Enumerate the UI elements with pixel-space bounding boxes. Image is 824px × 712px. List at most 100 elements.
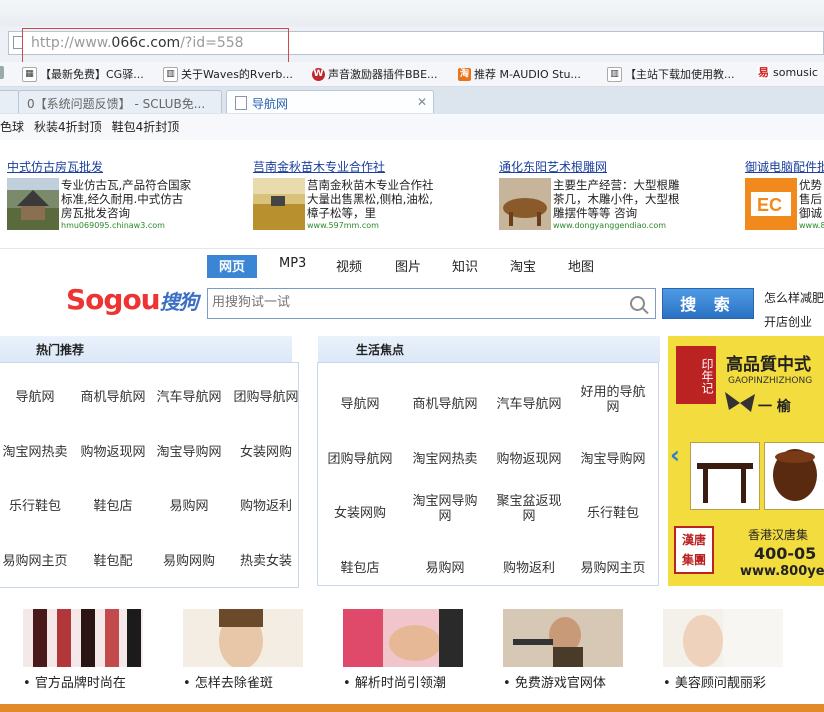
life-link[interactable]: 汽车导航网	[486, 393, 572, 412]
ad-title[interactable]: 御诚电脑配件批	[745, 158, 824, 175]
banner-tagline: 一 榆	[758, 399, 791, 415]
life-link[interactable]: 淘宝导购网	[570, 448, 656, 467]
tab-images[interactable]: 图片	[395, 256, 421, 275]
url-highlight-box	[22, 28, 289, 64]
tab-web[interactable]: 网页	[207, 255, 258, 278]
divider	[0, 248, 824, 249]
bookmark-item[interactable]: ▦ 【最新免费】CG驿...	[22, 66, 144, 82]
thumb-image[interactable]	[663, 609, 783, 667]
hot-link[interactable]: 女装网购	[223, 441, 309, 460]
side-link[interactable]: 开店创业	[764, 310, 824, 334]
logo-cn: 搜狗	[159, 290, 199, 314]
hot-link[interactable]: 商机导航网	[70, 386, 156, 405]
hot-link[interactable]: 淘宝网热卖	[0, 441, 78, 460]
life-link[interactable]: 易购网主页	[570, 557, 656, 576]
svg-text:EC: EC	[757, 195, 782, 215]
bookmark-fragment-icon[interactable]	[0, 66, 4, 79]
life-link[interactable]: 团购导航网	[317, 448, 403, 467]
life-link[interactable]: 商机导航网	[402, 393, 488, 412]
life-link[interactable]: 淘宝网热卖	[402, 448, 488, 467]
ad-title[interactable]: 莒南金秋苗木专业合作社	[253, 158, 385, 175]
life-link[interactable]: 易购网	[402, 557, 488, 576]
hot-link[interactable]: 易购网购	[146, 550, 232, 569]
hot-link[interactable]: 淘宝导购网	[146, 441, 232, 460]
bookmark-item[interactable]: 淘推荐 M-AUDIO Stu...	[458, 66, 581, 82]
thumb-caption[interactable]: • 免费游戏官网体	[503, 672, 606, 691]
thumb-image[interactable]	[183, 609, 303, 669]
promo-link[interactable]: 色球	[0, 120, 24, 134]
thumb-caption[interactable]: • 解析时尚引领潮	[343, 672, 446, 691]
banner-company: 香港汉唐集	[748, 528, 809, 542]
bookmark-item[interactable]: ▥ 关于Waves的Rverb...	[163, 66, 293, 82]
tab-active-navigation[interactable]: 导航网 ✕	[226, 90, 434, 113]
life-link[interactable]: 淘宝网导购网	[407, 494, 483, 524]
banner-product-table[interactable]	[690, 442, 760, 510]
ad-image[interactable]	[253, 178, 305, 230]
promo-link[interactable]: 鞋包4折封顶	[112, 120, 180, 134]
thumb-caption[interactable]: • 官方品牌时尚在	[23, 672, 126, 691]
thumb-caption[interactable]: • 怎样去除雀斑	[183, 672, 273, 691]
ad-image[interactable]	[7, 178, 59, 230]
bookmark-item[interactable]: W 声音激励器插件BBE...	[312, 66, 438, 82]
search-button[interactable]: 搜 索	[662, 288, 754, 319]
life-link[interactable]: 乐行鞋包	[570, 502, 656, 521]
banner-product-stool[interactable]	[764, 442, 824, 510]
taobao-icon: 淘	[458, 67, 471, 81]
banner-phone: 400-05	[754, 544, 817, 563]
life-link[interactable]: 购物返现网	[486, 448, 572, 467]
hot-panel-title: 热门推荐	[36, 343, 85, 357]
hot-link[interactable]: 易购网主页	[0, 550, 78, 569]
sogou-logo[interactable]: Sogou搜狗	[66, 283, 199, 316]
side-links: 怎么样减肥 开店创业	[764, 286, 824, 334]
bookmark-item[interactable]: 易 somusic	[757, 66, 818, 79]
bookmark-item[interactable]: ▥ 【主站下载加使用教...	[607, 66, 735, 82]
tab-knowledge[interactable]: 知识	[452, 256, 478, 275]
tab-video[interactable]: 视频	[336, 256, 362, 275]
ad-image[interactable]	[499, 178, 551, 230]
thumb-image[interactable]	[343, 609, 463, 667]
life-link[interactable]: 好用的导航网	[575, 385, 651, 415]
life-link[interactable]: 购物返利	[486, 557, 572, 576]
hot-link[interactable]: 购物返现网	[70, 441, 156, 460]
tab-partial[interactable]	[0, 90, 20, 113]
hot-link[interactable]: 购物返利	[223, 495, 309, 514]
banner-site: www.800ye	[740, 564, 824, 579]
ad-title[interactable]: 中式仿古房瓦批发	[7, 158, 103, 175]
hot-link[interactable]: 热卖女装	[223, 550, 309, 569]
side-link[interactable]: 怎么样减肥	[764, 286, 824, 310]
hot-link[interactable]: 鞋包店	[70, 495, 156, 514]
ad-url: hmu069095.chinaw3.com	[61, 221, 165, 230]
banner-ad[interactable]: 高品質中式 GAOPINZHIZHONG 印年记 一 榆 ‹ 漢唐集團 香港汉唐…	[668, 336, 824, 586]
thumb-image[interactable]	[503, 609, 623, 667]
hot-link[interactable]: 汽车导航网	[146, 386, 232, 405]
ad-description: 优势售后御诚	[799, 178, 822, 220]
banner-prev-arrow[interactable]: ‹	[670, 440, 686, 470]
ad-card[interactable]: 莒南金秋苗木专业合作社 莒南金秋苗木专业合作社大量出售黑松,侧柏,油松,樟子松等…	[253, 158, 493, 238]
promo-link[interactable]: 秋装4折封顶	[34, 120, 102, 134]
ad-card[interactable]: 御诚电脑配件批 EC 优势售后御诚 www.8	[745, 158, 824, 238]
ad-image[interactable]: EC	[745, 178, 797, 230]
tab-map[interactable]: 地图	[568, 256, 594, 275]
life-link[interactable]: 女装网购	[317, 502, 403, 521]
hot-link[interactable]: 乐行鞋包	[0, 495, 78, 514]
life-link[interactable]: 聚宝盆返现网	[491, 494, 567, 524]
tab-sclub[interactable]: 0【系统问题反馈】 - SCLUB免...	[18, 90, 222, 113]
thumb-caption[interactable]: • 美容顾问靓丽彩	[663, 672, 766, 691]
bookmarks-bar: ▦ 【最新免费】CG驿... ▥ 关于Waves的Rverb... W 声音激励器插件…	[0, 62, 824, 87]
banner-pinyin: GAOPINZHIZHONG	[728, 376, 813, 386]
thumb-image[interactable]	[23, 609, 143, 667]
search-input[interactable]	[212, 295, 612, 310]
ad-card[interactable]: 通化东阳艺术根雕网 主要生产经营：大型根雕茶几，木雕小件，大型根雕摆件等等 咨询…	[499, 158, 739, 238]
close-tab-icon[interactable]: ✕	[417, 95, 427, 109]
ad-card[interactable]: 中式仿古房瓦批发 专业仿古瓦,产品符合国家标准,经久耐用.中式仿古房瓦批发咨询 …	[7, 158, 247, 238]
tab-taobao[interactable]: 淘宝	[510, 256, 536, 275]
tab-mp3[interactable]: MP3	[279, 256, 306, 271]
search-icon[interactable]	[630, 296, 645, 311]
ad-title[interactable]: 通化东阳艺术根雕网	[499, 158, 607, 175]
life-link[interactable]: 导航网	[317, 393, 403, 412]
hot-link[interactable]: 鞋包配	[70, 550, 156, 569]
life-link[interactable]: 鞋包店	[317, 557, 403, 576]
hot-link[interactable]: 导航网	[0, 386, 78, 405]
hot-link[interactable]: 团购导航网	[223, 386, 309, 405]
hot-link[interactable]: 易购网	[146, 495, 232, 514]
